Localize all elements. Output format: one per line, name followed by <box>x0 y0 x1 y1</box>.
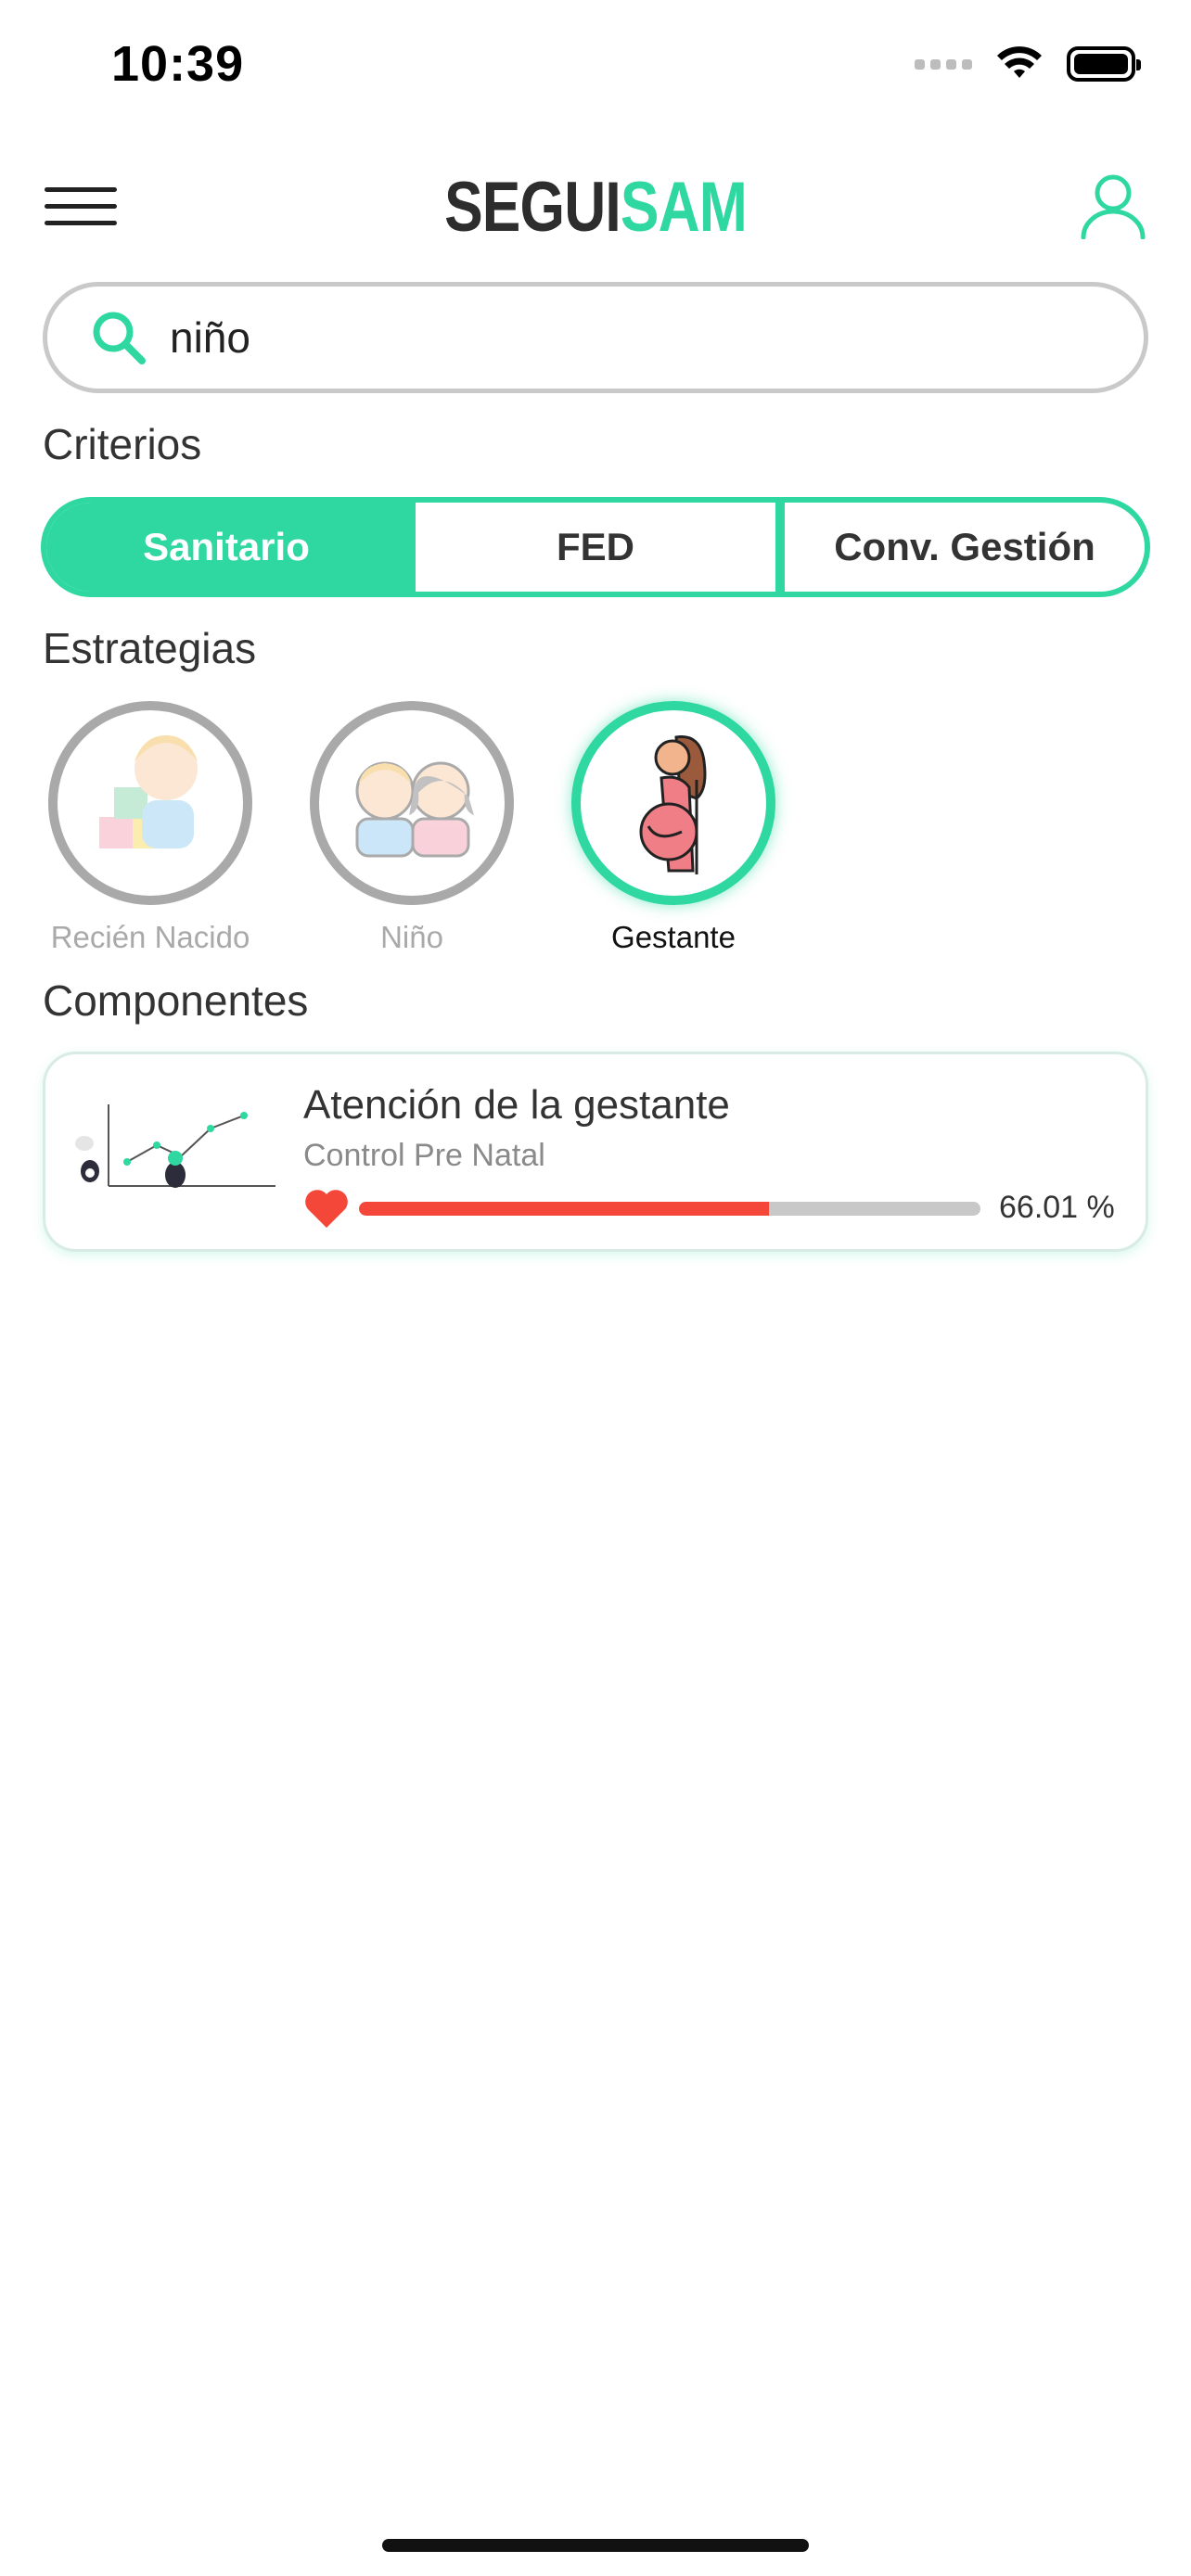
component-subtitle: Control Pre Natal <box>303 1138 545 1173</box>
strategy-label: Recién Nacido <box>50 920 250 954</box>
search-input[interactable]: niño <box>170 312 250 363</box>
status-time: 10:39 <box>111 36 245 92</box>
signal-icon <box>915 58 972 70</box>
search-icon <box>93 312 146 364</box>
app-logo: SEGUISAM <box>108 167 1084 248</box>
progress-bar <box>359 1202 980 1216</box>
criterios-title: Criterios <box>43 420 202 468</box>
user-profile-icon[interactable] <box>1080 172 1146 239</box>
heart-icon <box>305 1190 348 1228</box>
newborn-icon <box>99 735 198 848</box>
strategy-ring <box>48 701 252 905</box>
strategy-label: Niño <box>380 920 443 954</box>
strategy-ring <box>310 701 514 905</box>
pregnant-woman-icon <box>639 735 707 874</box>
progress-bar-fill <box>359 1202 770 1216</box>
logo-part-1: SEGUI <box>444 168 621 247</box>
segment-conv-gestion[interactable]: Conv. Gestión <box>775 503 1145 592</box>
progress-percent: 66.01 % <box>999 1190 1115 1225</box>
component-title: Atención de la gestante <box>303 1082 730 1128</box>
battery-icon <box>1067 46 1141 82</box>
children-icon <box>355 761 474 858</box>
estrategias-title: Estrategias <box>43 624 257 672</box>
componentes-title: Componentes <box>43 976 309 1025</box>
segment-sanitario[interactable]: Sanitario <box>46 503 406 592</box>
status-icons <box>915 46 1141 82</box>
strategy-nino[interactable]: Niño <box>301 701 523 955</box>
strategy-ring <box>571 701 775 905</box>
strategy-label: Gestante <box>611 920 736 954</box>
search-bar[interactable]: niño <box>43 282 1148 393</box>
strategy-recien-nacido[interactable]: Recién Nacido <box>39 701 262 955</box>
home-indicator[interactable] <box>382 2539 809 2552</box>
segment-fed[interactable]: FED <box>406 503 775 592</box>
menu-icon[interactable] <box>45 187 117 226</box>
logo-part-2: SAM <box>620 168 748 247</box>
growth-chart-illustration <box>75 1104 275 1188</box>
strategy-gestante[interactable]: Gestante <box>562 701 785 955</box>
criterios-segmented-control: Sanitario FED Conv. Gestión <box>41 497 1150 597</box>
wifi-icon <box>997 46 1042 78</box>
component-card[interactable]: Atención de la gestante Control Pre Nata… <box>43 1052 1148 1252</box>
